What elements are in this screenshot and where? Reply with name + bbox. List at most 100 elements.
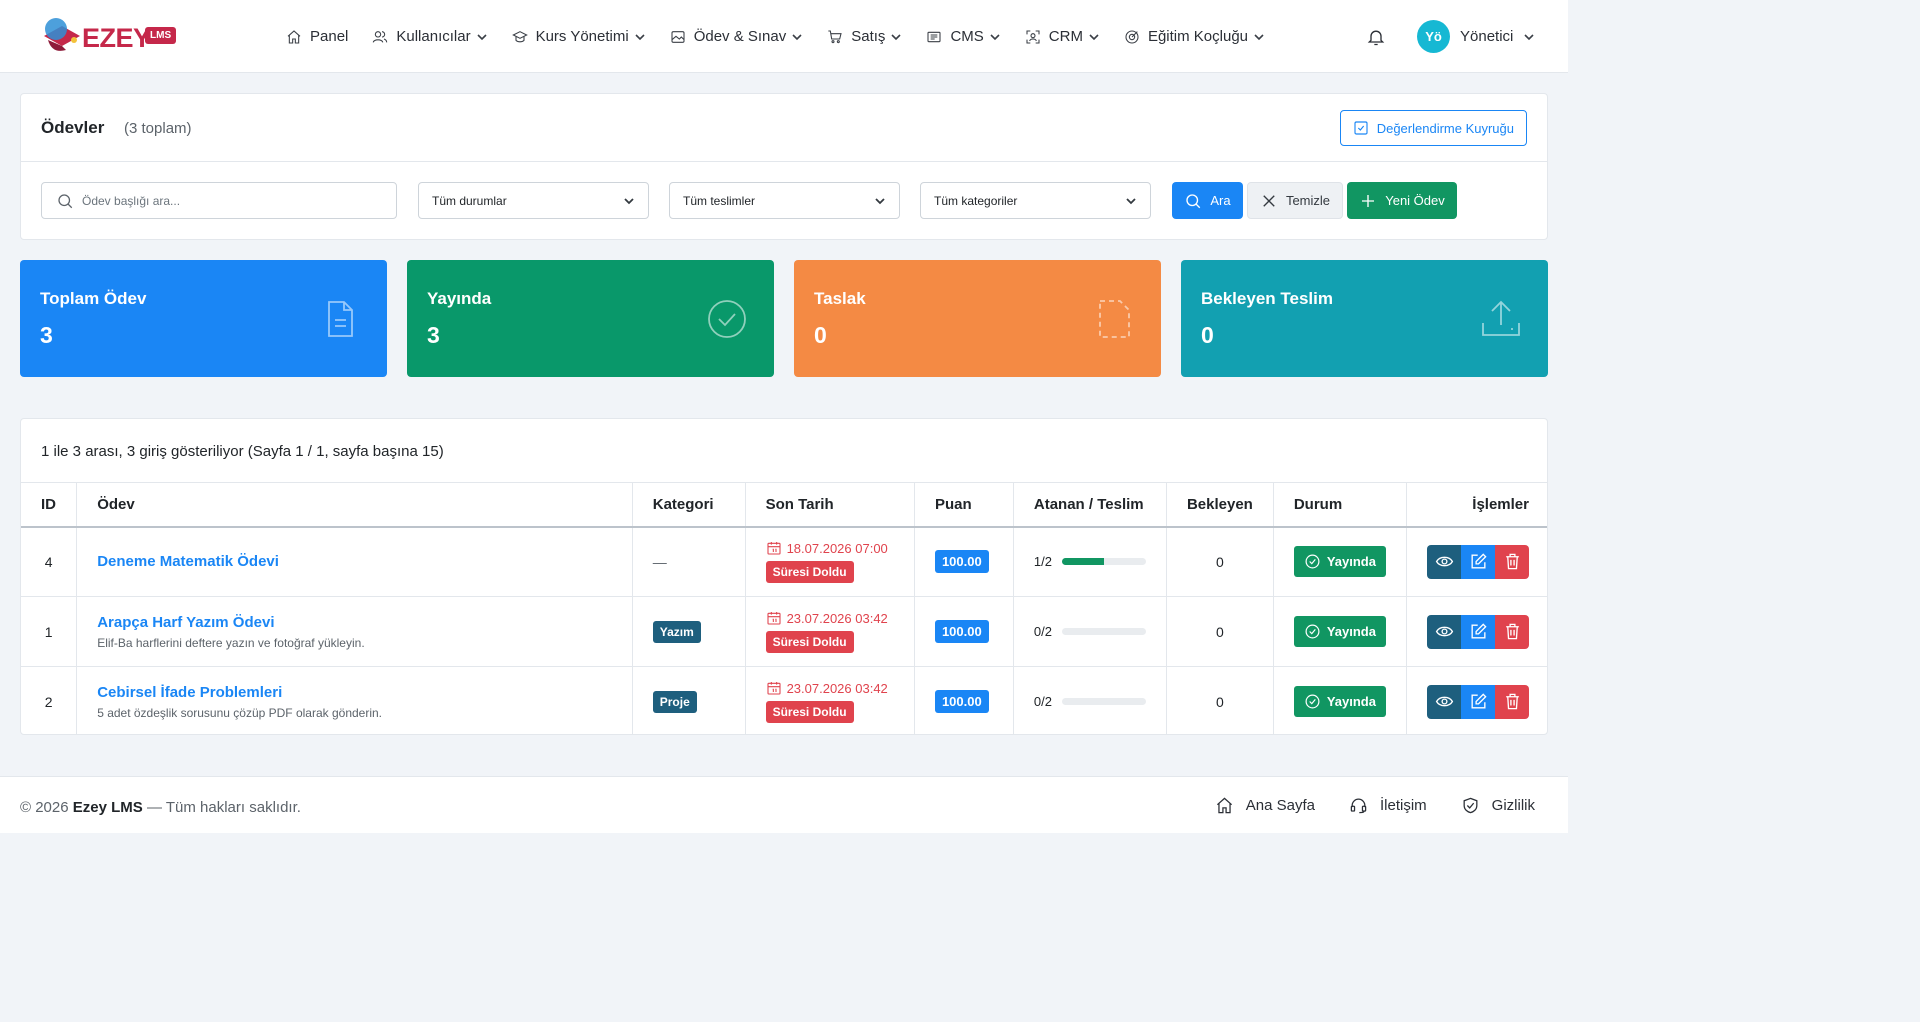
- status-label: Yayında: [1326, 554, 1376, 570]
- notifications-button[interactable]: [1366, 27, 1386, 47]
- new-homework-label: Yeni Ödev: [1385, 193, 1445, 208]
- stat-card-published: Yayında 3: [407, 260, 774, 377]
- checkbox-icon: [1354, 121, 1368, 135]
- chevron-down-icon: [635, 33, 645, 40]
- brand-logo[interactable]: EZEY LMS: [40, 16, 185, 58]
- top-navbar: EZEY LMS Panel Kullanıcılar Kurs Yönetim…: [0, 0, 1568, 73]
- deadline-date: 23.07.2026 03:42: [786, 610, 888, 626]
- row-id: 1: [21, 596, 78, 667]
- stat-card-draft: Taslak 0: [794, 260, 1161, 377]
- th-waiting: Bekleyen: [1166, 482, 1274, 528]
- row-status-cell: Yayında: [1273, 596, 1408, 667]
- nav-item-users[interactable]: Kullanıcılar: [372, 28, 487, 45]
- homework-title-link[interactable]: Deneme Matematik Ödevi: [97, 553, 612, 570]
- view-button[interactable]: [1427, 544, 1461, 579]
- footer-link-home[interactable]: Ana Sayfa: [1215, 796, 1315, 815]
- nav-item-cms[interactable]: CMS: [926, 28, 1000, 45]
- trash-icon: [1505, 553, 1519, 570]
- view-button[interactable]: [1427, 684, 1461, 719]
- cart-icon: [828, 29, 842, 43]
- submissions-select[interactable]: Tüm teslimler: [669, 182, 900, 219]
- table-row: 2 Cebirsel İfade Problemleri 5 adet özde…: [21, 666, 1547, 734]
- search-button-label: Ara: [1210, 193, 1231, 208]
- nav-item-label: Kurs Yönetimi: [535, 28, 629, 45]
- row-id: 2: [21, 666, 78, 734]
- category-select-value: Tüm kategoriler: [934, 193, 1018, 208]
- nav-item-coaching[interactable]: Eğitim Koçluğu: [1124, 28, 1265, 45]
- user-menu[interactable]: Yö Yönetici: [1417, 20, 1535, 53]
- eye-icon: [1435, 696, 1453, 707]
- edit-button[interactable]: [1461, 544, 1495, 579]
- status-label: Yayında: [1326, 694, 1376, 710]
- row-category-cell: Yazım: [632, 596, 746, 667]
- document-icon: [318, 297, 362, 341]
- home-icon: [287, 29, 301, 44]
- user-name: Yönetici: [1460, 28, 1514, 45]
- view-button[interactable]: [1427, 614, 1461, 649]
- homework-table: ID Ödev Kategori Son Tarih Puan Atanan /…: [21, 482, 1547, 734]
- nav-item-panel[interactable]: Panel: [286, 28, 348, 45]
- delete-button[interactable]: [1495, 614, 1529, 649]
- status-badge: Yayında: [1293, 686, 1386, 718]
- trash-icon: [1505, 623, 1519, 640]
- chevron-down-icon: [891, 33, 902, 40]
- th-assigned: Atanan / Teslim: [1013, 482, 1167, 528]
- home-icon: [1216, 797, 1232, 814]
- search-icon: [1186, 193, 1201, 208]
- submission-progress-bar: [1061, 558, 1146, 566]
- expired-badge: Süresi Doldu: [765, 701, 854, 724]
- row-id: 4: [21, 526, 78, 597]
- calendar-icon: [767, 612, 781, 625]
- row-score-cell: 100.00: [914, 526, 1014, 597]
- homework-title-link[interactable]: Arapça Harf Yazım Ödevi: [97, 614, 612, 631]
- th-actions: İşlemler: [1406, 482, 1547, 528]
- scan-user-icon: [1026, 29, 1040, 44]
- nav-item-homework-exam[interactable]: Ödev & Sınav: [670, 28, 804, 45]
- homework-description: 5 adet özdeşlik sorusunu çözüp PDF olara…: [97, 705, 383, 720]
- new-homework-button[interactable]: Yeni Ödev: [1347, 182, 1457, 219]
- table-row: 1 Arapça Harf Yazım Ödevi Elif-Ba harfle…: [21, 596, 1547, 667]
- status-badge: Yayında: [1293, 546, 1386, 578]
- nav-item-sales[interactable]: Satış: [827, 28, 902, 45]
- nav-item-label: Satış: [851, 28, 886, 45]
- target-icon: [1125, 29, 1139, 44]
- delete-button[interactable]: [1495, 544, 1529, 579]
- search-box: [41, 182, 397, 219]
- th-id: ID: [21, 482, 78, 528]
- nav-item-course-management[interactable]: Kurs Yönetimi: [511, 28, 646, 45]
- entries-info: 1 ile 3 arası, 3 giriş gösteriliyor (Say…: [41, 443, 444, 460]
- footer-link-contact[interactable]: İletişim: [1349, 796, 1427, 815]
- nav-item-label: Eğitim Koçluğu: [1147, 28, 1249, 45]
- row-title-cell: Deneme Matematik Ödevi: [76, 526, 633, 597]
- homework-description: Elif-Ba harflerini deftere yazın ve foto…: [97, 635, 365, 650]
- edit-button[interactable]: [1461, 684, 1495, 719]
- table-row: 4 Deneme Matematik Ödevi — 18.07.2026 07…: [21, 526, 1547, 597]
- search-button[interactable]: Ara: [1172, 182, 1243, 219]
- progress-fill: [1061, 558, 1104, 566]
- stat-label: Taslak: [814, 289, 866, 308]
- homework-table-card: 1 ile 3 arası, 3 giriş gösteriliyor (Say…: [20, 418, 1548, 735]
- category-badge: —: [652, 553, 667, 570]
- footer-link-privacy[interactable]: Gizlilik: [1461, 796, 1535, 815]
- shield-check-icon: [1463, 797, 1478, 814]
- grading-queue-button[interactable]: Değerlendirme Kuyruğu: [1339, 110, 1527, 146]
- table-header-row: ID Ödev Kategori Son Tarih Puan Atanan /…: [21, 482, 1547, 528]
- card-header: Ödevler (3 toplam) Değerlendirme Kuyruğu: [21, 94, 1547, 162]
- footer-link-label: Ana Sayfa: [1245, 797, 1315, 814]
- category-select[interactable]: Tüm kategoriler: [920, 182, 1151, 219]
- deadline-date: 18.07.2026 07:00: [786, 540, 888, 556]
- assigned-count: 0/2: [1033, 624, 1052, 639]
- search-input[interactable]: [82, 193, 382, 208]
- th-score: Puan: [914, 482, 1014, 528]
- homework-title-link[interactable]: Cebirsel İfade Problemleri: [97, 684, 612, 701]
- edit-button[interactable]: [1461, 614, 1495, 649]
- status-select[interactable]: Tüm durumlar: [418, 182, 649, 219]
- nav-item-crm[interactable]: CRM: [1025, 28, 1100, 45]
- status-label: Yayında: [1326, 624, 1376, 639]
- clear-button[interactable]: Temizle: [1247, 182, 1343, 219]
- delete-button[interactable]: [1495, 684, 1529, 719]
- row-title-cell: Arapça Harf Yazım Ödevi Elif-Ba harfleri…: [76, 596, 633, 667]
- row-status-cell: Yayında: [1273, 666, 1408, 734]
- footer-link-label: Gizlilik: [1491, 797, 1535, 814]
- submission-progress-bar: [1061, 698, 1146, 706]
